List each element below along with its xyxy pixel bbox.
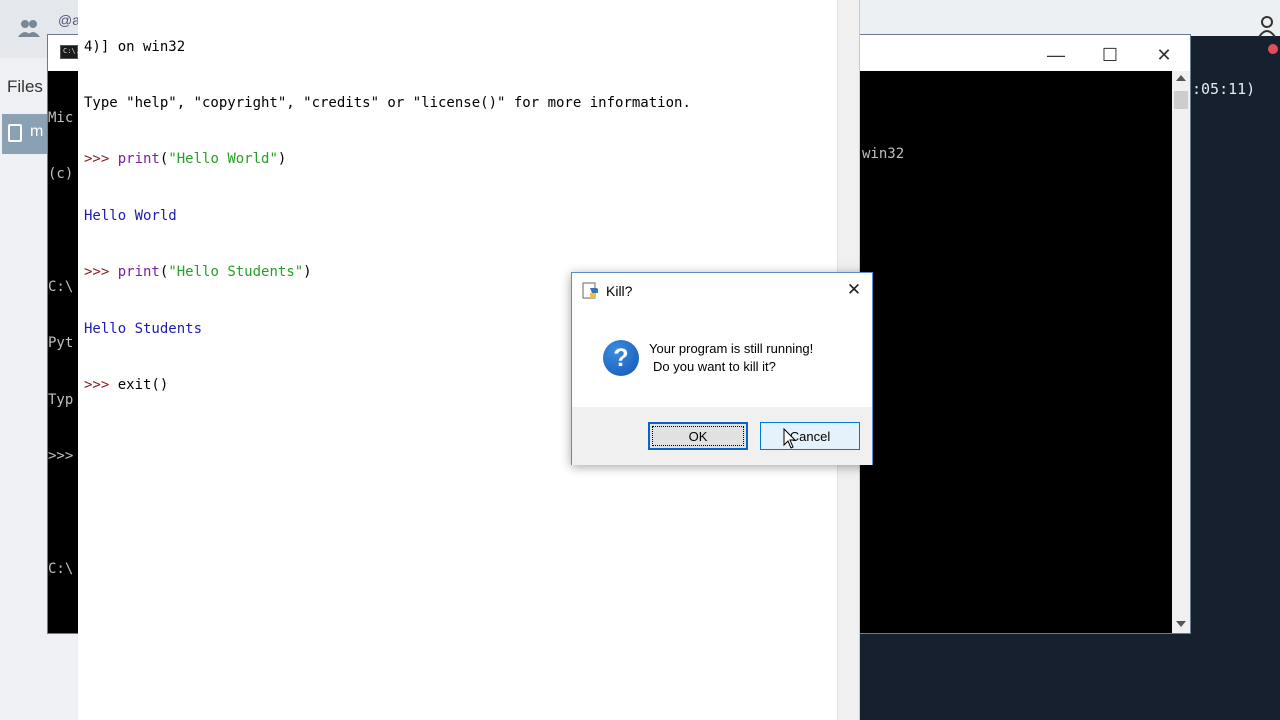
notification-badge	[1268, 44, 1278, 54]
kill-dialog[interactable]: Kill? ✕ ? Your program is still running!…	[571, 272, 873, 465]
scroll-up-icon[interactable]	[1176, 75, 1186, 81]
right-topbar	[860, 0, 1280, 36]
question-icon: ?	[603, 340, 639, 376]
console-line: Mic	[48, 109, 74, 126]
dialog-close-button[interactable]: ✕	[840, 278, 868, 302]
paren: )	[277, 151, 287, 168]
dialog-message-line: Do you want to kill it?	[653, 358, 776, 374]
scroll-thumb[interactable]	[1174, 91, 1188, 109]
paren: )	[303, 264, 312, 281]
mouse-cursor-icon	[783, 428, 797, 449]
shell-command-line: >>> print("Hello World")	[84, 150, 691, 169]
builtin-keyword: print	[117, 264, 160, 281]
people-icon[interactable]	[18, 18, 40, 38]
close-icon: ✕	[846, 280, 862, 299]
user-icon[interactable]	[1258, 16, 1276, 38]
shell-line: 4)] on win32	[84, 38, 186, 55]
console-platform-text: win32	[862, 146, 905, 162]
shell-prompt: >>>	[84, 264, 118, 281]
console-line: Pyt	[48, 335, 74, 352]
shell-prompt: >>>	[84, 376, 118, 393]
mention-text: @a	[58, 12, 80, 28]
console-close-button[interactable]: ✕	[1141, 41, 1187, 69]
string-literal: "Hello World"	[168, 151, 278, 168]
console-line: Typ	[48, 391, 74, 408]
console-scrollbar[interactable]	[1172, 71, 1190, 633]
file-icon	[8, 124, 22, 142]
console-line: >>>	[48, 447, 74, 464]
console-line: (c)	[48, 165, 74, 182]
string-literal: "Hello Students"	[168, 264, 304, 281]
minimize-button[interactable]: —	[1033, 41, 1079, 69]
dialog-message: Your program is still running! Do you wa…	[649, 340, 813, 375]
console-line: C:\	[48, 560, 74, 577]
ok-button[interactable]: OK	[648, 422, 748, 450]
cmd-icon: C:\.	[60, 45, 80, 59]
shell-line: Type "help", "copyright", "credits" or "…	[84, 94, 691, 111]
shell-output-line: Hello World	[84, 207, 177, 224]
python-file-icon	[582, 282, 598, 299]
cancel-button[interactable]: Cancel	[760, 422, 860, 450]
maximize-button[interactable]: ☐	[1087, 41, 1133, 69]
scroll-down-icon[interactable]	[1176, 621, 1186, 627]
dialog-button-bar: OK Cancel	[572, 407, 872, 465]
files-label[interactable]: Files	[7, 77, 43, 97]
dialog-title: Kill?	[606, 283, 633, 299]
shell-prompt: >>>	[84, 151, 118, 168]
dialog-message-line: Your program is still running!	[649, 341, 814, 356]
console-output: Mic (c) C:\ Pyt Typ >>> C:\	[48, 71, 82, 616]
console-line: C:\	[48, 278, 74, 295]
builtin-keyword: print	[117, 151, 160, 168]
file-item-label: m	[30, 123, 44, 140]
shell-command: exit()	[117, 376, 169, 393]
timestamp-fragment: :05:11)	[1192, 80, 1256, 98]
